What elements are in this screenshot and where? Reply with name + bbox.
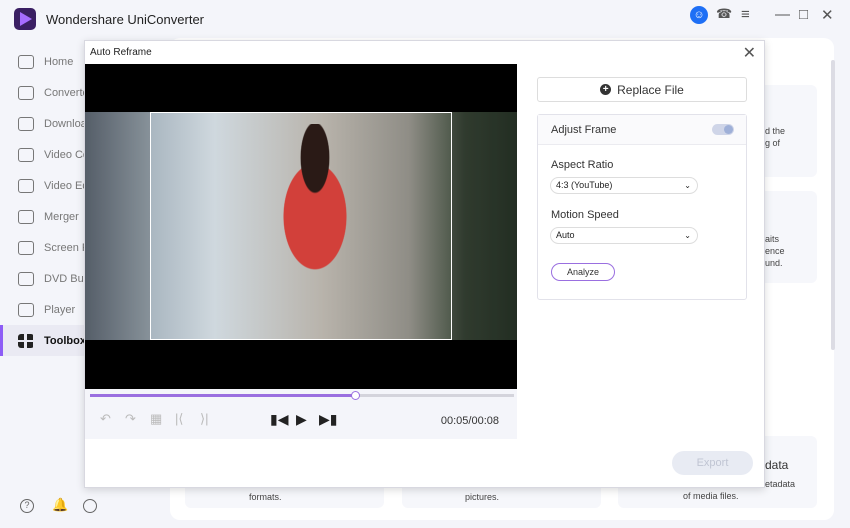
video-preview <box>85 64 517 389</box>
replace-file-button[interactable]: + Replace File <box>537 77 747 102</box>
sidebar-item-label: Screen R <box>44 241 90 254</box>
play-button[interactable]: ▶ <box>296 411 307 428</box>
close-window-button[interactable]: ✕ <box>821 6 834 24</box>
motion-speed-value: Auto <box>556 230 575 240</box>
motion-speed-select[interactable]: Auto ⌄ <box>550 227 698 244</box>
analyze-button[interactable]: Analyze <box>551 263 615 281</box>
scissors-icon <box>18 178 34 193</box>
undo-icon[interactable]: ↶ <box>100 411 111 427</box>
dvd-icon <box>18 271 34 286</box>
sidebar-item-label: Converte <box>44 86 89 99</box>
headset-icon[interactable]: ☎ <box>716 6 732 22</box>
dialog-title: Auto Reframe <box>90 47 152 58</box>
minimize-button[interactable]: — <box>775 6 790 23</box>
sidebar-item-label: Merger <box>44 210 79 223</box>
sidebar-item-label: Downloa <box>44 117 87 130</box>
card-text: formats. <box>249 492 282 502</box>
plus-icon: + <box>600 84 612 95</box>
sidebar-item-label: Video Ed <box>44 179 89 192</box>
sidebar-item-label: Player <box>44 303 76 316</box>
next-frame-button[interactable]: ▶▮ <box>319 411 337 428</box>
close-dialog-button[interactable]: ✕ <box>743 43 756 63</box>
app-title: Wondershare UniConverter <box>46 12 204 27</box>
card-text: pictures. <box>465 492 500 502</box>
progress-slider[interactable] <box>90 391 514 400</box>
avatar[interactable]: ☺ <box>690 6 708 24</box>
sidebar-item-label: Video Co <box>44 148 90 161</box>
auto-reframe-dialog: Auto Reframe ✕ ↶ ↷ ▦ |⟨ ⟩| ▮◀ ▶ ▶▮ 00:05… <box>84 40 765 488</box>
sidebar-item-label: DVD Bur <box>44 272 88 285</box>
sidebar-item-label: Toolbox <box>44 334 86 347</box>
menu-icon[interactable]: ≡ <box>741 6 750 23</box>
card-text: g of <box>765 138 781 148</box>
card-text: of media files. <box>683 491 739 501</box>
converter-icon <box>18 85 34 100</box>
merger-icon <box>18 209 34 224</box>
card-text: d the <box>765 126 786 136</box>
sidebar-item-label: Home <box>44 55 74 68</box>
mark-out-icon[interactable]: ⟩| <box>200 411 208 427</box>
mark-in-icon[interactable]: |⟨ <box>175 411 183 427</box>
app-logo <box>14 8 36 30</box>
toolbox-icon <box>18 333 34 348</box>
maximize-button[interactable]: □ <box>799 6 808 23</box>
crop-box[interactable] <box>150 112 452 340</box>
screen-record-icon <box>18 240 34 255</box>
replace-file-label: Replace File <box>617 82 684 97</box>
download-icon <box>18 116 34 131</box>
chevron-down-icon: ⌄ <box>684 231 691 240</box>
aspect-ratio-label: Aspect Ratio <box>551 159 614 171</box>
home-icon <box>18 54 34 69</box>
aspect-ratio-select[interactable]: 4:3 (YouTube) ⌄ <box>550 177 698 194</box>
progress-handle[interactable] <box>351 391 360 400</box>
settings-panel: Adjust Frame Aspect Ratio 4:3 (YouTube) ⌄… <box>537 114 747 300</box>
motion-speed-label: Motion Speed <box>551 209 619 221</box>
bell-icon[interactable]: 🔔 <box>52 497 68 513</box>
card-text: aits <box>765 234 780 244</box>
video-compress-icon <box>18 147 34 162</box>
adjust-frame-toggle[interactable] <box>712 124 734 135</box>
scrollbar[interactable] <box>831 60 835 350</box>
previous-frame-button[interactable]: ▮◀ <box>270 411 288 428</box>
feedback-icon[interactable] <box>83 499 97 513</box>
card-title: data <box>765 458 789 472</box>
player-controls: ↶ ↷ ▦ |⟨ ⟩| ▮◀ ▶ ▶▮ 00:05/00:08 <box>85 389 517 439</box>
redo-icon[interactable]: ↷ <box>125 411 136 427</box>
card-text: und. <box>765 258 783 268</box>
delete-icon[interactable]: ▦ <box>150 411 162 427</box>
aspect-ratio-value: 4:3 (YouTube) <box>556 180 613 190</box>
export-button[interactable]: Export <box>672 451 753 475</box>
help-icon[interactable]: ? <box>20 499 34 513</box>
card-text: ence <box>765 246 785 256</box>
time-display: 00:05/00:08 <box>440 415 499 427</box>
adjust-frame-label: Adjust Frame <box>551 124 617 136</box>
player-icon <box>18 302 34 317</box>
chevron-down-icon: ⌄ <box>684 181 691 190</box>
